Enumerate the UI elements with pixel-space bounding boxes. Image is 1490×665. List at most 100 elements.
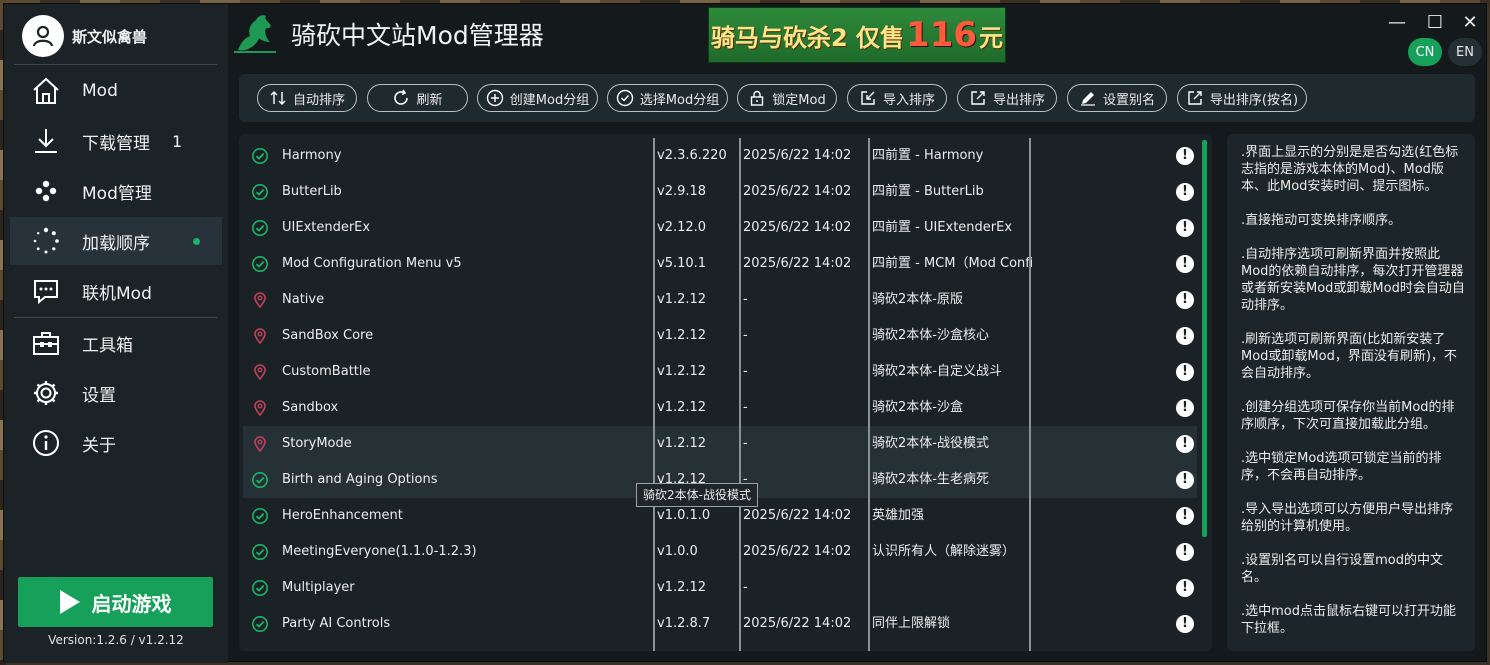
exclamation-icon[interactable]: ! xyxy=(1175,246,1195,282)
nav-item-about[interactable]: 关于 xyxy=(10,419,222,467)
sort-icon xyxy=(269,89,287,107)
toolbar-label: 锁定Mod xyxy=(772,92,826,108)
sidebar: 斯文似禽兽 Mod 下载管理 1 Mod管理 加载顺序 联机Mod 工具箱 设置… xyxy=(4,4,228,663)
nav-label: 关于 xyxy=(82,435,116,456)
column-divider[interactable] xyxy=(868,138,870,651)
exclamation-icon[interactable]: ! xyxy=(1175,138,1195,174)
mod-version: v1.2.12 xyxy=(657,400,707,415)
promo-banner[interactable]: 骑马与砍杀2 仅售 116 元 xyxy=(708,7,1006,63)
column-divider[interactable] xyxy=(1029,138,1031,651)
mod-description: 骑砍2本体-生老病死 xyxy=(872,472,989,487)
nav-item-multiplayer-mod[interactable]: 联机Mod xyxy=(10,267,222,315)
mod-name: StoryMode xyxy=(282,436,352,451)
nav-label: 联机Mod xyxy=(82,283,152,304)
exclamation-icon[interactable]: ! xyxy=(1175,210,1195,246)
toolbar-label: 导出排序 xyxy=(992,92,1045,108)
enabled-check-icon[interactable] xyxy=(249,210,271,246)
exclamation-icon[interactable]: ! xyxy=(1175,534,1195,570)
create-group-button[interactable]: 创建Mod分组 xyxy=(477,84,598,112)
mod-description: 骑砍2本体-战役模式 xyxy=(872,436,989,451)
table-row[interactable]: CustomBattle v1.2.12 - 骑砍2本体-自定义战斗! xyxy=(243,354,1197,390)
export-icon xyxy=(969,89,987,107)
table-row[interactable]: MeetingEveryone(1.1.0-1.2.3) v1.0.0 2025/6… xyxy=(243,534,1197,570)
user-name: 斯文似禽兽 xyxy=(72,27,148,46)
horse-logo-icon xyxy=(234,15,276,53)
mod-name: Native xyxy=(282,292,325,307)
refresh-button[interactable]: 刷新 xyxy=(367,84,468,112)
mod-description: 骑砍2本体-自定义战斗 xyxy=(872,364,1002,379)
active-indicator xyxy=(193,237,200,245)
table-row[interactable]: ButterLib v2.9.18 2025/6/22 14:02 四前置 - But… xyxy=(243,174,1197,210)
tooltip: 骑砍2本体-战役模式 xyxy=(636,483,758,507)
mod-version: v2.9.18 xyxy=(657,184,707,199)
mod-name: Mod Configuration Menu v5 xyxy=(282,256,462,271)
enabled-check-icon[interactable] xyxy=(249,462,271,498)
table-row[interactable]: Mod Configuration Menu v5 v5.10.1 2025/6/2… xyxy=(243,246,1197,282)
table-row[interactable]: SandBox Core v1.2.12 - 骑砍2本体-沙盒核心! xyxy=(243,318,1197,354)
user-profile[interactable]: 斯文似禽兽 xyxy=(22,14,147,58)
exclamation-icon[interactable]: ! xyxy=(1175,606,1195,642)
table-row[interactable]: UIExtenderEx v2.12.0 2025/6/22 14:02 四前置 - … xyxy=(243,210,1197,246)
lang-en-button[interactable]: EN xyxy=(1448,38,1482,66)
enabled-check-icon[interactable] xyxy=(249,606,271,642)
nav-item-load-order[interactable]: 加载顺序 xyxy=(10,217,222,265)
table-scrollbar[interactable] xyxy=(1202,140,1207,537)
table-row[interactable]: Sandbox v1.2.12 - 骑砍2本体-沙盒! xyxy=(243,390,1197,426)
enabled-check-icon[interactable] xyxy=(249,534,271,570)
mod-install-time: - xyxy=(743,364,748,379)
mod-version: v2.3.6.220 xyxy=(657,148,727,163)
enabled-check-icon[interactable] xyxy=(249,174,271,210)
table-row[interactable]: Harmony v2.3.6.220 2025/6/22 14:02 四前置 - Ha… xyxy=(243,138,1197,174)
exclamation-icon[interactable]: ! xyxy=(1175,498,1195,534)
mod-name: MeetingEveryone(1.1.0-1.2.3) xyxy=(282,544,477,559)
help-paragraph: .自动排序选项可刷新界面并按照此Mod的依赖自动排序，每次打开管理器或者新安装M… xyxy=(1241,247,1465,313)
set-alias-button[interactable]: 设置别名 xyxy=(1067,84,1167,112)
column-divider[interactable] xyxy=(739,138,741,651)
help-paragraph: .设置别名可以自行设置mod的中文名。 xyxy=(1241,553,1444,585)
nav-item-downloads[interactable]: 下载管理 1 xyxy=(10,117,222,165)
maximize-button[interactable]: ☐ xyxy=(1424,12,1446,34)
exclamation-icon[interactable]: ! xyxy=(1175,354,1195,390)
lang-cn-button[interactable]: CN xyxy=(1408,38,1442,66)
select-group-button[interactable]: 选择Mod分组 xyxy=(607,84,728,112)
native-pin-icon[interactable] xyxy=(249,318,271,354)
launch-game-button[interactable]: 启动游戏 xyxy=(18,577,213,627)
table-row[interactable]: StoryMode v1.2.12 - 骑砍2本体-战役模式! xyxy=(243,426,1197,462)
gear-icon xyxy=(30,377,62,409)
native-pin-icon[interactable] xyxy=(249,282,271,318)
enabled-check-icon[interactable] xyxy=(249,570,271,606)
exclamation-icon[interactable]: ! xyxy=(1175,282,1195,318)
mod-description: 认识所有人（解除迷雾） xyxy=(872,544,1016,559)
export-order-button[interactable]: 导出排序 xyxy=(957,84,1057,112)
exclamation-icon[interactable]: ! xyxy=(1175,462,1195,498)
exclamation-icon[interactable]: ! xyxy=(1175,318,1195,354)
mod-name: SandBox Core xyxy=(282,328,374,343)
toolbar-label: 创建Mod分组 xyxy=(509,92,590,108)
import-order-button[interactable]: 导入排序 xyxy=(847,84,947,112)
native-pin-icon[interactable] xyxy=(249,426,271,462)
lock-icon xyxy=(748,89,766,107)
exclamation-icon[interactable]: ! xyxy=(1175,390,1195,426)
table-row[interactable]: Party AI Controls v1.2.8.7 2025/6/22 14:02… xyxy=(243,606,1197,642)
close-button[interactable]: ✕ xyxy=(1459,12,1481,34)
nav-item-mod-manager[interactable]: Mod管理 xyxy=(10,167,222,215)
native-pin-icon[interactable] xyxy=(249,390,271,426)
enabled-check-icon[interactable] xyxy=(249,138,271,174)
nav-item-toolbox[interactable]: 工具箱 xyxy=(10,319,222,367)
enabled-check-icon[interactable] xyxy=(249,246,271,282)
pencil-icon xyxy=(1079,89,1097,107)
native-pin-icon[interactable] xyxy=(249,354,271,390)
auto-sort-button[interactable]: 自动排序 xyxy=(257,84,357,112)
table-row[interactable]: Multiplayer v1.2.12 -! xyxy=(243,570,1197,606)
export-order-by-name-button[interactable]: 导出排序(按名) xyxy=(1177,84,1307,112)
nav-item-settings[interactable]: 设置 xyxy=(10,369,222,417)
lock-mod-button[interactable]: 锁定Mod xyxy=(737,84,837,112)
table-row[interactable]: Native v1.2.12 - 骑砍2本体-原版! xyxy=(243,282,1197,318)
minimize-button[interactable]: — xyxy=(1386,12,1408,34)
exclamation-icon[interactable]: ! xyxy=(1175,426,1195,462)
enabled-check-icon[interactable] xyxy=(249,498,271,534)
nav-item-mod[interactable]: Mod xyxy=(10,67,222,115)
exclamation-icon[interactable]: ! xyxy=(1175,570,1195,606)
exclamation-icon[interactable]: ! xyxy=(1175,174,1195,210)
column-divider[interactable] xyxy=(653,138,655,651)
